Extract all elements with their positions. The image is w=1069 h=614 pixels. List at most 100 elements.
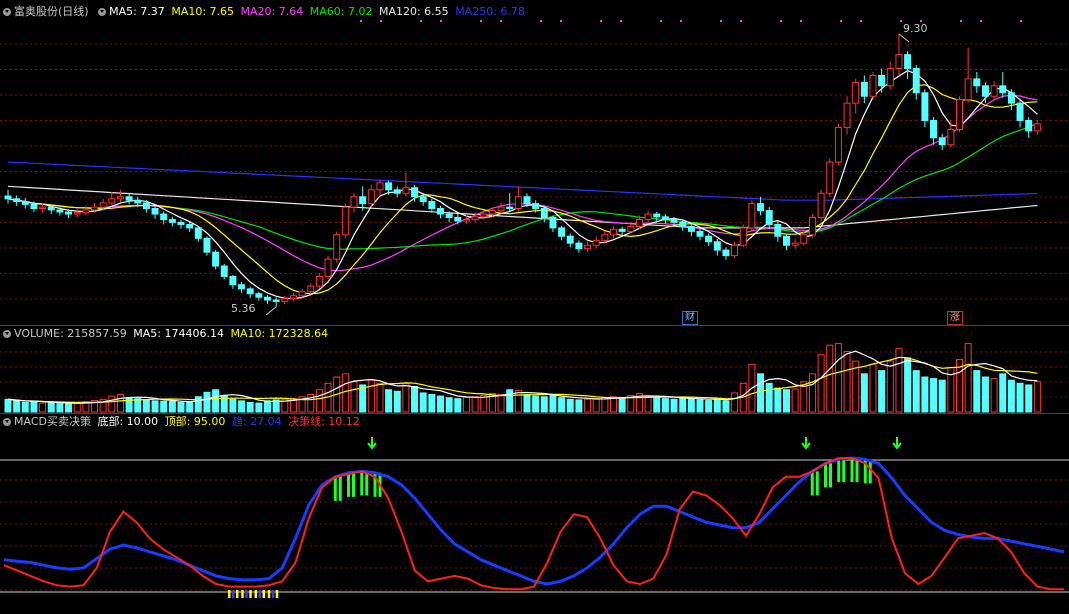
dropdown-toggle-icon[interactable] — [3, 8, 11, 16]
financial-report-badge[interactable]: 财 — [682, 311, 698, 325]
volume-bar — [540, 396, 548, 413]
candle-body — [757, 203, 765, 212]
volume-bar — [246, 401, 254, 413]
event-marker-dot — [680, 20, 682, 22]
volume-bar — [592, 398, 600, 413]
volume-bar — [1007, 379, 1015, 413]
volume-bar — [160, 400, 168, 413]
candle-body — [108, 198, 116, 204]
volume-bar — [142, 399, 150, 413]
candle-body — [964, 78, 972, 101]
candle-body — [99, 202, 107, 208]
candle-body — [13, 198, 21, 203]
volume-bar — [878, 370, 886, 413]
volume-bar — [904, 357, 912, 413]
candle-body — [549, 217, 557, 229]
ma10-label: MA10: 7.65 — [171, 5, 235, 18]
candle-body — [540, 208, 548, 219]
candle-body — [653, 213, 661, 218]
candle-body — [488, 210, 496, 215]
candle-body — [661, 216, 669, 221]
event-marker-dot — [560, 20, 562, 22]
event-marker-dot — [960, 20, 962, 22]
ma20-label: MA20: 7.64 — [240, 5, 304, 18]
volume-bar — [393, 390, 401, 413]
candle-body — [852, 81, 860, 104]
candle-body — [428, 201, 436, 210]
candle-body — [324, 258, 332, 277]
volume-bar — [670, 398, 678, 413]
volume-bar — [973, 370, 981, 413]
event-marker-dot — [860, 20, 862, 22]
volume-bar — [186, 401, 194, 413]
macd-decision-label: 决策线: 10.12 — [288, 415, 360, 428]
candle-body — [904, 54, 912, 70]
candle-body — [921, 92, 929, 121]
price-panel-header: 富奥股份(日线) MA5: 7.37 MA10: 7.65 MA20: 7.64… — [0, 4, 528, 20]
ma20-line — [7, 94, 1038, 272]
candle-body — [739, 227, 747, 246]
event-marker-dot — [720, 20, 722, 22]
candle-body — [186, 223, 194, 229]
candle-body — [30, 203, 38, 210]
candle-body — [635, 219, 643, 228]
candle-body — [774, 223, 782, 237]
candle-body — [246, 288, 254, 295]
dropdown-toggle-icon[interactable] — [98, 8, 107, 16]
candle-body — [791, 242, 799, 246]
candle-body — [912, 68, 920, 94]
event-marker-dot — [620, 20, 622, 22]
dropdown-toggle-icon[interactable] — [3, 330, 11, 338]
candle-body — [350, 196, 358, 208]
volume-bar — [921, 376, 929, 413]
event-marker-dot — [360, 20, 362, 22]
candle-body — [65, 211, 73, 215]
ma60-label: MA60: 7.02 — [309, 5, 373, 18]
volume-bar — [990, 378, 998, 413]
candle-body — [783, 235, 790, 246]
candle-body — [1016, 102, 1024, 121]
volume-bar — [757, 373, 765, 413]
event-marker-dot — [800, 20, 802, 22]
volume-bar — [367, 379, 375, 413]
event-marker-dot — [780, 20, 782, 22]
volume-bar — [462, 396, 470, 413]
volume-bar — [4, 398, 12, 413]
candle-body — [895, 54, 903, 70]
volume-value: VOLUME: 215857.59 — [14, 327, 127, 340]
candle-body — [56, 209, 64, 213]
volume-bar — [791, 388, 799, 413]
candle-body — [722, 249, 730, 257]
limit-up-badge[interactable]: 涨 — [947, 311, 963, 325]
volume-ma5-label: MA5: 174406.14 — [133, 327, 224, 340]
volume-bar — [575, 399, 583, 413]
candle-body — [376, 182, 384, 191]
candle-body — [566, 235, 574, 244]
sell-signal-arrow-icon — [892, 437, 902, 450]
high-price-marker: 9.30 — [903, 22, 928, 35]
macd-trend-line — [3, 456, 1065, 586]
volume-bar — [134, 398, 142, 413]
candle-body — [4, 195, 12, 200]
volume-bar — [350, 381, 358, 413]
stock-chart[interactable] — [0, 0, 1069, 614]
candle-body — [843, 102, 851, 128]
volume-bar — [13, 400, 21, 413]
candle-body — [558, 227, 566, 237]
volume-bar — [212, 389, 220, 413]
volume-bar — [47, 401, 55, 413]
event-marker-dot — [740, 20, 742, 22]
volume-bar — [428, 394, 436, 413]
volume-bar — [402, 382, 410, 413]
ma250-label: MA250: 6.78 — [455, 5, 525, 18]
volume-bar — [705, 400, 713, 413]
candle-body — [212, 251, 220, 267]
candle-body — [39, 206, 47, 210]
volume-bar — [566, 398, 574, 413]
candle-body — [229, 275, 237, 286]
candle-body — [627, 226, 635, 232]
candle-body — [73, 212, 81, 215]
volume-bar — [713, 398, 721, 413]
dropdown-toggle-icon[interactable] — [3, 418, 11, 426]
volume-bar — [445, 397, 453, 413]
